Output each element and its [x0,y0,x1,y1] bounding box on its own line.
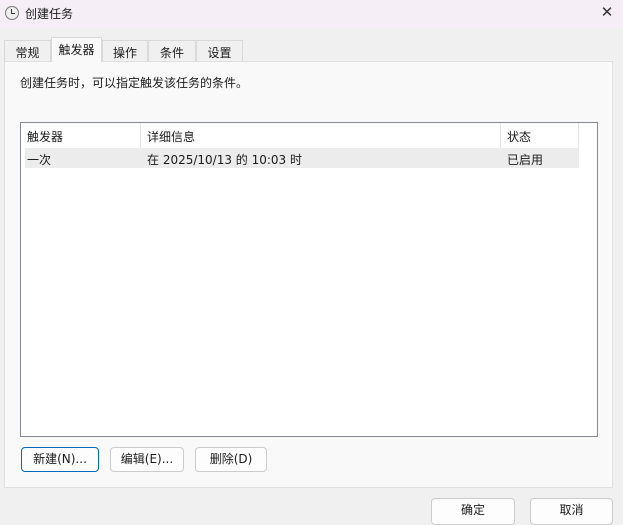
clock-icon [5,6,19,20]
edit-button[interactable]: 编辑(E)... [110,447,184,472]
details-cell: 在 2025/10/13 的 10:03 时 [147,153,303,167]
title-bar: 创建任务 ✕ [0,0,623,27]
tab-general[interactable]: 常规 [4,40,51,62]
cancel-button[interactable]: 取消 [530,498,613,525]
window-title: 创建任务 [25,7,74,21]
trigger-cell: 一次 [27,153,52,167]
status-cell: 已启用 [507,153,544,167]
column-header-details[interactable]: 详细信息 [141,123,501,148]
ok-button[interactable]: 确定 [431,498,515,525]
column-header-status[interactable]: 状态 [501,123,579,148]
new-button[interactable]: 新建(N)... [21,447,99,472]
tab-settings[interactable]: 设置 [196,40,243,62]
column-header-trigger[interactable]: 触发器 [21,123,141,148]
triggers-list[interactable]: 触发器 详细信息 状态 一次 在 2025/10/13 的 10:03 时 已启… [20,122,598,437]
delete-button[interactable]: 删除(D) [195,447,267,472]
tab-conditions[interactable]: 条件 [148,40,196,62]
tab-triggers[interactable]: 触发器 [51,37,102,62]
table-row[interactable]: 一次 在 2025/10/13 的 10:03 时 已启用 [25,148,579,168]
description-text: 创建任务时，可以指定触发该任务的条件。 [20,76,249,90]
tab-actions[interactable]: 操作 [102,40,148,62]
close-button[interactable]: ✕ [597,2,617,22]
